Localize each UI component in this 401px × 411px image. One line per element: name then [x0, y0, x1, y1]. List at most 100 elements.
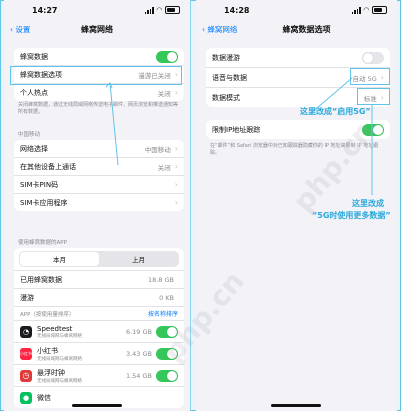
row-sim-apps[interactable]: SIM卡应用程序 ›	[14, 194, 184, 211]
cellular-data-toggle[interactable]	[156, 50, 178, 63]
row-value: 标准	[363, 94, 377, 103]
chevron-right-icon: ›	[174, 88, 178, 97]
cellular-note: 关闭蜂窝数据，通过无线局域网络传送电子邮件、网页浏览和推送通知等所有数据。	[18, 102, 179, 115]
app-data-toggle[interactable]	[156, 347, 178, 360]
app-data-toggle[interactable]	[156, 369, 178, 382]
app-data-toggle[interactable]	[156, 325, 178, 338]
speedtest-app-icon: ◔	[20, 325, 32, 338]
ip-group: 限制IP地址跟踪	[206, 120, 390, 139]
app-subtitle: 无线局域网与蜂窝网络	[37, 378, 82, 384]
row-label: 数据漫游	[212, 53, 240, 62]
annotation-more-data: 这里改成	[352, 198, 384, 209]
row-label: 在其他设备上通话	[20, 162, 76, 171]
app-row[interactable]: 小红书 小红书 无线局域网与蜂窝网络 3.43 GB	[14, 343, 184, 365]
home-indicator	[72, 404, 122, 407]
tab-this-month[interactable]: 本月	[20, 252, 99, 266]
row-value: 关闭	[157, 89, 171, 98]
tab-last-month[interactable]: 上月	[99, 252, 178, 266]
row-hotspot[interactable]: 个人热点 关闭 ›	[14, 84, 184, 101]
row-data-roaming[interactable]: 数据漫游	[206, 48, 390, 68]
row-cellular-options[interactable]: 蜂窝数据选项 漫游已关闭 ›	[14, 66, 184, 84]
wifi-icon: ◠	[363, 6, 369, 14]
app-row[interactable]: ◷ 悬浮时钟 无线局域网与蜂窝网络 1.54 GB	[14, 365, 184, 387]
row-label: 漫游	[20, 293, 34, 302]
row-sim-pin[interactable]: SIM卡PIN码 ›	[14, 176, 184, 194]
row-cellular-data[interactable]: 蜂窝数据	[14, 48, 184, 66]
chevron-right-icon: ›	[174, 70, 178, 79]
nav-bar: ‹ 设置 蜂窝网络	[4, 22, 190, 40]
row-label: 蜂窝数据	[20, 52, 48, 61]
row-label: SIM卡应用程序	[20, 198, 68, 207]
xiaohongshu-app-icon: 小红书	[20, 347, 32, 360]
chevron-right-icon: ›	[174, 162, 178, 171]
app-list-header: APP（按使用量排序） 按名称排序	[14, 307, 184, 321]
usage-group: 本月 上月 已用蜂窝数据 18.8 GB 漫游 0 KB APP（按使用量排序）…	[14, 248, 184, 408]
chevron-right-icon: ›	[380, 93, 384, 102]
app-row[interactable]: ◔ Speedtest 无线局域网与蜂窝网络 6.19 GB	[14, 321, 184, 343]
row-label: 蜂窝数据选项	[20, 70, 62, 79]
status-time: 14:28	[224, 6, 250, 15]
row-network-select[interactable]: 网络选择 中国移动 ›	[14, 140, 184, 158]
status-bar: 14:28 ◠	[196, 4, 397, 18]
row-value: 关闭	[157, 163, 171, 172]
app-name: 悬浮时钟	[37, 368, 65, 377]
row-label: 已用蜂窝数据	[20, 275, 62, 284]
row-label: 限制IP地址跟踪	[212, 125, 261, 134]
app-name: Speedtest	[37, 324, 73, 333]
usage-header: 使用蜂窝数据的APP	[18, 240, 67, 246]
row-data-mode[interactable]: 数据模式 标准 ›	[206, 88, 390, 107]
status-bar: 14:27 ◠	[4, 4, 190, 18]
chevron-right-icon: ›	[174, 198, 178, 207]
clock-app-icon: ◷	[20, 369, 32, 382]
row-roaming-usage: 漫游 0 KB	[14, 289, 184, 307]
row-limit-ip[interactable]: 限制IP地址跟踪	[206, 120, 390, 139]
signal-icon	[351, 6, 361, 14]
app-subtitle: 无线局域网与蜂窝网络	[37, 333, 82, 339]
annotation-line-2: “5G时使用更多数据”	[312, 211, 391, 220]
data-roaming-toggle[interactable]	[362, 51, 384, 64]
home-indicator	[271, 404, 321, 407]
options-group: 数据漫游 语音与数据 自动 5G › 数据模式 标准 ›	[206, 48, 390, 107]
period-segmented-control: 本月 上月	[19, 251, 179, 267]
chevron-right-icon: ›	[380, 73, 384, 82]
nav-bar: ‹ 蜂窝网络 蜂窝数据选项	[196, 22, 397, 40]
status-icons: ◠	[144, 6, 180, 14]
signal-icon	[144, 6, 154, 14]
row-label: SIM卡PIN码	[20, 180, 59, 189]
row-value: 自动 5G	[352, 74, 377, 83]
row-label: 个人热点	[20, 88, 48, 97]
carrier-header: 中国移动	[18, 132, 41, 138]
cellular-group: 蜂窝数据 蜂窝数据选项 漫游已关闭 › 个人热点 关闭 ›	[14, 48, 184, 101]
row-value: 0 KB	[159, 293, 174, 302]
row-other-devices[interactable]: 在其他设备上通话 关闭 ›	[14, 158, 184, 176]
sort-by-name-link[interactable]: 按名称排序	[148, 309, 178, 318]
status-time: 14:27	[32, 6, 58, 15]
ip-note: 在“邮件”和 Safari 浏览器中对已知跟踪器隐藏你的 IP 地址来限制 IP…	[210, 143, 379, 156]
annotation-line-1: 这里改成	[352, 199, 384, 208]
page-title: 蜂窝数据选项	[282, 25, 331, 34]
row-used-data: 已用蜂窝数据 18.8 GB	[14, 271, 184, 289]
row-voice-data[interactable]: 语音与数据 自动 5G ›	[206, 68, 390, 88]
carrier-group: 网络选择 中国移动 › 在其他设备上通话 关闭 › SIM卡PIN码 › SIM…	[14, 140, 184, 211]
app-usage: 6.19 GB	[125, 327, 152, 336]
row-label: 语音与数据	[212, 73, 247, 82]
battery-icon	[372, 6, 387, 14]
app-usage: 1.54 GB	[125, 371, 152, 380]
row-label: 网络选择	[20, 144, 48, 153]
wechat-app-icon: ●	[20, 391, 32, 404]
wifi-icon: ◠	[156, 6, 162, 14]
row-value: 18.8 GB	[147, 275, 174, 284]
chevron-right-icon: ›	[174, 180, 178, 189]
row-value: 漫游已关闭	[138, 71, 171, 80]
page-title: 蜂窝网络	[81, 25, 113, 34]
left-phone-screen: 14:27 ◠ ‹ 设置 蜂窝网络 蜂窝数据 蜂窝数据选项 漫游已关闭 › 个人…	[4, 0, 191, 411]
chevron-right-icon: ›	[174, 144, 178, 153]
app-header-label: APP（按使用量排序）	[20, 311, 75, 318]
app-name: 微信	[37, 393, 51, 402]
status-icons: ◠	[351, 6, 387, 14]
row-value: 中国移动	[144, 145, 171, 154]
app-subtitle: 无线局域网与蜂窝网络	[37, 356, 82, 362]
limit-ip-toggle[interactable]	[362, 123, 384, 136]
app-name: 小红书	[37, 346, 58, 355]
battery-icon	[165, 6, 180, 14]
